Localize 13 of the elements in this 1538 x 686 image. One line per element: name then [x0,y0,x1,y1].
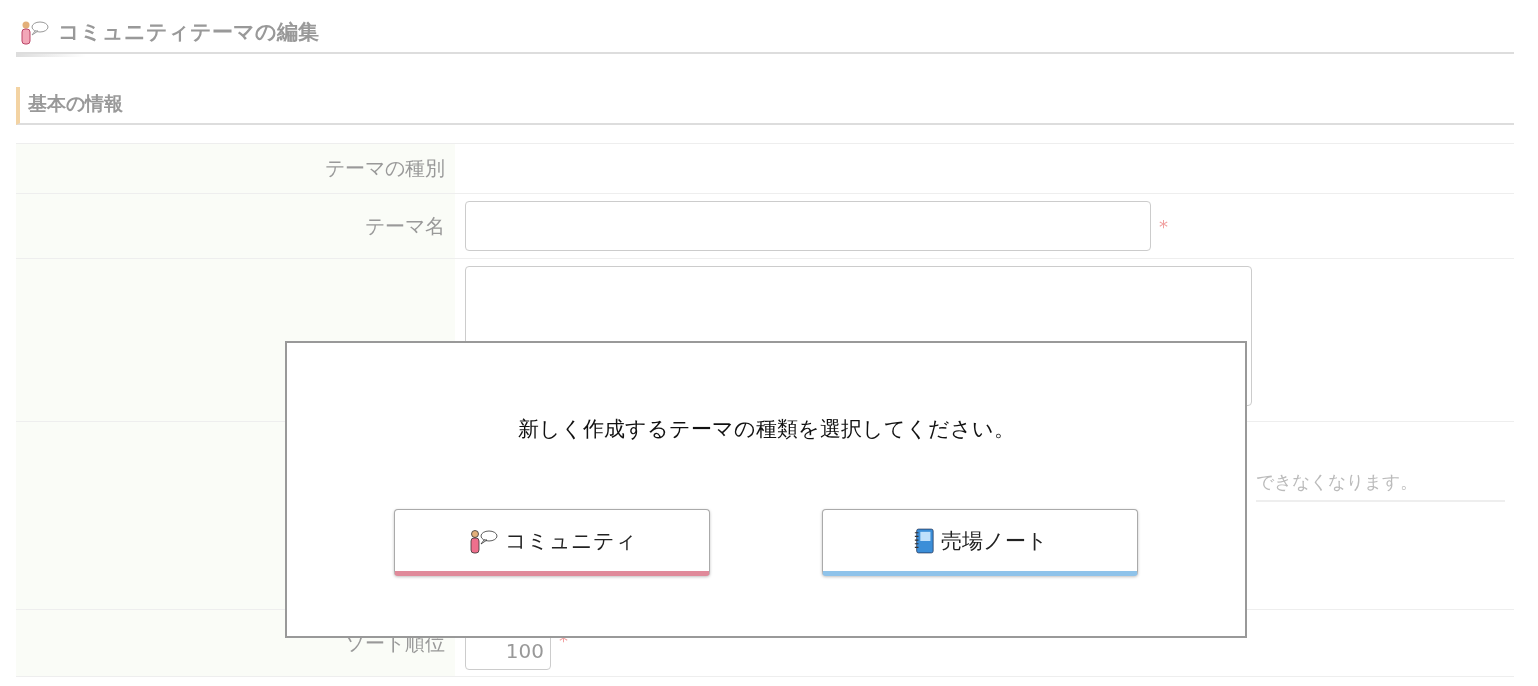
page-title: コミュニティテーマの編集 [58,19,319,46]
section-heading: 基本の情報 [16,87,1514,125]
field-label: テーマ名 [365,212,445,240]
notebook-icon [912,527,935,554]
person-speech-icon [467,527,499,554]
choice-button[interactable]: 売場ノート [822,509,1138,576]
community-icon [18,19,50,45]
field-label: テーマの種別 [325,155,445,182]
dialog-message: 新しく作成するテーマの種類を選択してください。 [516,416,1016,443]
theme-name-field[interactable] [465,201,1151,251]
choice-button[interactable]: コミュニティ [394,509,710,576]
required-mark: * [1159,215,1168,237]
note-text: できなくなります。 [1256,470,1505,502]
